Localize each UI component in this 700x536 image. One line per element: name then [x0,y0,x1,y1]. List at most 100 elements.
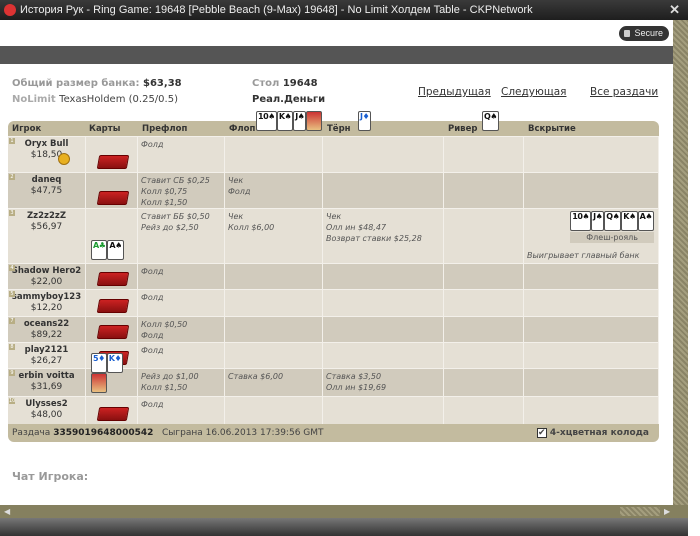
action-text: Фолд [141,267,164,276]
action-text: Фолд [141,140,164,149]
money-type: Реал.Деньги [252,94,326,105]
cards-cell: A♣ A♠ [86,209,138,263]
close-icon[interactable]: ✕ [669,0,680,20]
player-row: 3 Zz2z2zZ $56,97 A♣ A♠ Ставит ББ $0,50 Рейз до… [8,208,659,263]
column-header: Игрок [12,124,42,134]
player-name: sammyboy123 [11,292,82,302]
player-stack: $22,00 [30,277,63,287]
played-label: Сыграна [161,428,203,438]
flop-cell: Чек Фолд [225,173,323,208]
cards-cell [86,264,138,289]
flop-cell: Ставка $6,00 [225,369,323,396]
seat-number: 8 [9,344,15,350]
river-cell [444,173,524,208]
cards-cell [86,137,138,172]
player-name: play2121 [24,345,69,355]
player-stack: $48,00 [30,410,63,420]
cards-cell [86,397,138,424]
horizontal-scrollbar[interactable]: ◀ ▶ [0,505,688,518]
player-row: 2 daneq $47,75 Ставит СБ $0,25 Колл $0,75 Кол… [8,172,659,208]
four-color-label: 4-хцветная колода [549,428,649,438]
playing-card: K♠ [276,111,294,131]
card-back-icon [96,299,130,313]
playing-card: 5♦ [91,353,107,373]
river-cell [444,369,524,396]
playing-card: J♠ [591,211,605,231]
turn-cell [323,317,444,342]
flop-cell [225,317,323,342]
hole-cards: 5♦ K♦ [91,353,137,393]
seat-number: 7 [9,318,15,324]
seat-number: 9 [9,370,15,376]
hand-label: Раздача [12,428,51,438]
column-header: Карты [89,124,121,134]
action-text: Колл $0,50 [141,320,188,329]
preflop-cell: Ставит ББ $0,50 Рейз до $2,50 [138,209,225,263]
next-hand-link[interactable]: Следующая [501,86,566,98]
action-text: Чек [326,212,342,221]
player-cell: 4 Shadow Hero2 $22,00 [8,264,86,289]
action-text: Ставка $3,50 [326,372,382,381]
river-cell [444,343,524,368]
player-row: 7 oceans22 $89,22 Колл $0,50 Фолд [8,316,659,342]
pot-label: Общий размер банка: [12,78,140,89]
showdown-cell [524,369,659,396]
seat-number: 2 [9,174,15,180]
player-row: 10 Ulysses2 $48,00 Фолд [8,396,659,424]
scroll-left-icon[interactable]: ◀ [4,507,10,516]
played-time: 16.06.2013 17:39:56 GMT [205,428,324,438]
secure-label: Secure [634,28,663,38]
hand-id: 3359019648000542 [53,428,154,438]
vertical-scrollbar[interactable] [673,20,688,505]
checkbox[interactable]: ✔ [536,427,547,438]
action-text: Фолд [228,187,251,196]
turn-cell [323,173,444,208]
action-text: Рейз до $2,50 [141,223,199,232]
playing-card: 10♠ [570,211,592,231]
pot-info: Общий размер банка: $63,38 NoLimit Texas… [12,76,182,108]
column-header: Флоп [229,124,256,134]
flop-cell [225,397,323,424]
card-face [91,373,107,393]
river-card: Q♠ [482,111,499,131]
scroll-right-icon[interactable]: ▶ [664,507,670,516]
seat-number: 3 [9,210,15,216]
table-label: Стол [252,78,280,89]
scroll-thumb[interactable] [620,507,660,516]
player-stack: $89,22 [30,330,63,340]
river-cell [444,264,524,289]
action-text: Олл ин $19,69 [326,383,387,392]
secure-badge[interactable]: Secure [619,26,669,41]
showdown-cell [524,397,659,424]
action-text: Ставка $6,00 [228,372,284,381]
showdown-cell [524,290,659,316]
card-back-icon [96,155,130,169]
playing-card: A♠ [107,240,124,260]
game-type: TexasHoldem (0.25/0.5) [59,94,178,105]
showdown-cell: Выигрывает главный банк 10♠ J♠ Q♠ K♠ A♠ Флеш-р… [524,209,659,263]
player-cell: 2 daneq $47,75 [8,173,86,208]
player-cell: 1 Oryx Bull $18,50 [8,137,86,172]
cards-cell [86,317,138,342]
cards-cell: 5♦ K♦ [86,353,138,396]
hand-history-table: Игрок Карты Префлоп Флоп Тёрн Ривер Вскрытие 10… [8,111,659,442]
seat-number: 4 [9,265,15,271]
showdown-cell [524,343,659,368]
action-text: Фолд [141,400,164,409]
lock-icon [624,30,631,37]
card-back-icon [96,325,130,339]
action-text: Колл $0,75 [141,187,188,196]
table-footer: Раздача 3359019648000542 Сыграна 16.06.2… [8,424,659,442]
four-color-deck-toggle[interactable]: ✔ 4-хцветная колода [536,427,649,439]
dealer-button-icon [58,153,70,165]
flop-cards: 10♠ K♠ J♠ [256,111,323,131]
action-text: Ставит ББ $0,50 [141,212,210,221]
all-hands-link[interactable]: Все раздачи [590,86,658,98]
preflop-cell: Фолд [138,397,225,424]
action-text: Колл $1,50 [141,383,188,392]
preflop-cell: Фолд [138,290,225,316]
turn-cell [323,264,444,289]
action-text: Чек [228,212,244,221]
player-name: Zz2z2zZ [27,211,66,221]
previous-hand-link[interactable]: Предыдущая [418,86,491,98]
